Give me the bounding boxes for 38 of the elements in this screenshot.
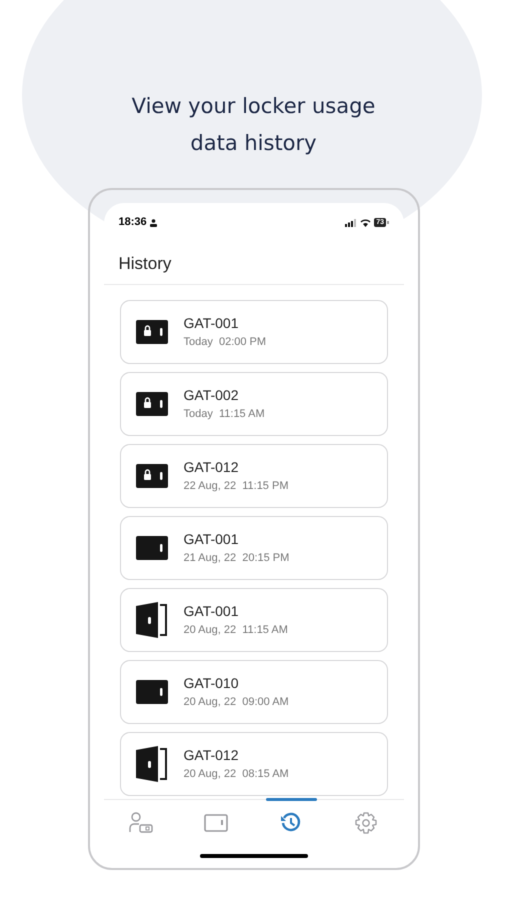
usage-time: 21 Aug, 22 20:15 PM xyxy=(184,551,290,566)
usage-time: 20 Aug, 22 08:15 AM xyxy=(184,767,289,782)
person-icon xyxy=(150,218,157,226)
screen-title: History xyxy=(118,253,172,275)
history-card[interactable]: GAT-001 21 Aug, 22 20:15 PM xyxy=(120,516,388,580)
usage-time: 20 Aug, 22 09:00 AM xyxy=(184,695,289,710)
locker-id: GAT-002 xyxy=(184,386,240,404)
open-door-icon xyxy=(136,746,168,782)
locker-id: GAT-010 xyxy=(184,674,240,692)
open-door-icon xyxy=(136,602,168,638)
signal-icon xyxy=(345,218,358,226)
locked-locker-icon xyxy=(136,464,168,488)
history-card[interactable]: GAT-001 Today 02:00 PM xyxy=(120,300,388,364)
locker-id: GAT-012 xyxy=(184,458,240,476)
usage-time: 20 Aug, 22 11:15 AM xyxy=(184,623,288,638)
history-card[interactable]: GAT-010 20 Aug, 22 09:00 AM xyxy=(120,660,388,724)
locker-id: GAT-001 xyxy=(184,530,240,548)
locker-icon xyxy=(136,680,168,704)
settings-icon xyxy=(355,812,377,834)
wifi-icon xyxy=(360,218,372,226)
history-icon xyxy=(280,812,302,834)
usage-time: Today 11:15 AM xyxy=(184,407,265,422)
locker-id: GAT-001 xyxy=(184,314,240,332)
locker-id: GAT-001 xyxy=(184,602,240,620)
usage-time: Today 02:00 PM xyxy=(184,335,266,350)
history-card[interactable]: GAT-012 22 Aug, 22 11:15 PM xyxy=(120,444,388,508)
headline: View your locker usage data history xyxy=(130,93,376,157)
person-card-icon xyxy=(129,812,153,834)
status-time: 18:36 xyxy=(118,215,147,230)
history-card[interactable]: GAT-001 20 Aug, 22 11:15 AM xyxy=(120,588,388,652)
locker-id: GAT-012 xyxy=(184,746,240,764)
locked-locker-icon xyxy=(136,320,168,344)
history-card[interactable]: GAT-002 Today 11:15 AM xyxy=(120,372,388,436)
locker-icon xyxy=(204,814,228,832)
usage-time: 22 Aug, 22 11:15 PM xyxy=(184,479,288,494)
locked-locker-icon xyxy=(136,392,168,416)
locker-icon xyxy=(136,536,168,560)
history-card[interactable]: GAT-012 20 Aug, 22 08:15 AM xyxy=(120,732,388,796)
